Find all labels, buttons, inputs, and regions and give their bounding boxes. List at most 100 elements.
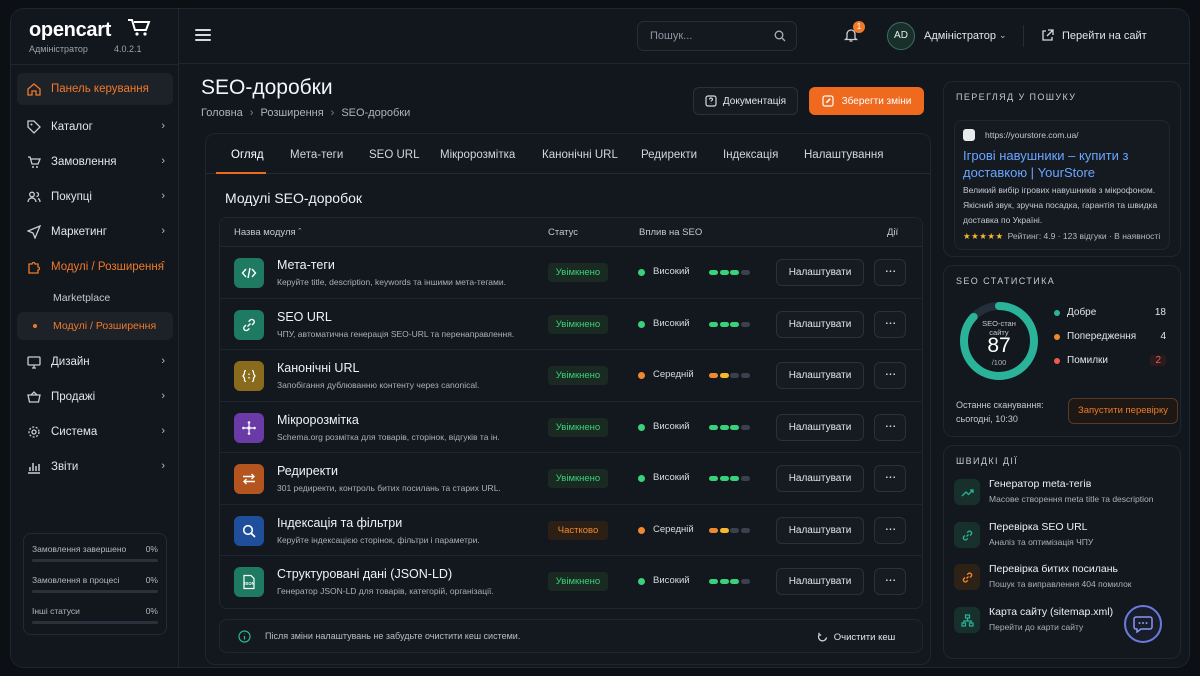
sidebar-subitem-label: Модулі / Розширення [53,320,157,332]
sidebar-item-design[interactable]: Дизайн › [17,344,173,379]
tab-overview[interactable]: Огляд [231,149,264,161]
more-actions-icon[interactable]: ··· [874,310,906,338]
configure-button[interactable]: Налаштувати [776,516,864,544]
sidebar-item-orders[interactable]: Замовлення › [17,144,173,179]
logo[interactable]: opencart [29,19,151,42]
impact-label: Високий [653,266,690,277]
cart-logo-icon [128,19,151,36]
more-actions-icon[interactable]: ··· [874,516,906,544]
chevron-down-icon[interactable]: ⌄ [999,30,1007,41]
breadcrumb-item[interactable]: Розширення [260,107,323,119]
legend-dot [1054,310,1060,316]
quick-action-broken-links[interactable]: Перевірка битих посилань Пошук та виправ… [954,562,1174,602]
table-row: Канонічні URL Запобігання дублюванню кон… [220,350,922,402]
tab-settings[interactable]: Налаштування [804,149,883,161]
clear-cache-button[interactable]: Очистити кеш [808,625,904,649]
info-icon [238,630,251,643]
impact-segment [730,424,739,430]
configure-button[interactable]: Налаштувати [776,413,864,441]
impact-segment [740,270,750,275]
braces-icon [234,361,264,391]
run-check-button[interactable]: Запустити перевірку [1068,398,1178,424]
user-name[interactable]: Адміністратор [924,30,996,42]
configure-button[interactable]: Налаштувати [776,259,864,286]
status-badge: Увімкнено [548,366,608,385]
impact-segment [719,321,729,327]
more-actions-icon[interactable]: ··· [874,465,906,492]
panel-title: SEO СТАТИСТИКА [956,276,1056,286]
sidebar-item-reports[interactable]: Звіти › [17,449,173,484]
configure-button[interactable]: Налаштувати [776,465,864,492]
sidebar-item-marketing[interactable]: Маркетинг › [17,214,173,249]
configure-button[interactable]: Налаштувати [776,362,864,389]
sidebar-subitem-extensions[interactable]: Модулі / Розширення [17,312,173,340]
serp-title[interactable]: Ігрові навушники – купити з доставкою | … [963,147,1163,181]
impact-label: Високий [653,317,690,329]
active-tab-indicator [216,172,266,174]
quick-action-meta-generator[interactable]: Генератор meta-тегів Масове створення me… [954,477,1174,517]
documentation-button[interactable]: Документація [693,87,798,115]
quick-action-title: Карта сайту (sitemap.xml) [989,606,1114,618]
breadcrumb-item: SEO-доробки [341,107,411,119]
trend-icon [954,479,980,505]
avatar[interactable]: AD [887,22,915,50]
impact-dot [638,578,645,585]
status-badge: Увімкнено [548,572,608,591]
impact-dot [638,423,645,431]
link-icon [954,522,980,548]
column-header-name[interactable]: Назва модуля ˆ [234,227,301,238]
module-name: SEO URL [277,309,332,324]
sidebar-item-label: Модулі / Розширення [51,260,164,273]
refresh-icon [817,632,827,641]
legend-value: 2 [1150,355,1166,366]
status-badge: Увімкнено [548,263,608,282]
sidebar-item-sales[interactable]: Продажі › [17,379,173,414]
breadcrumb-item[interactable]: Головна [201,107,243,119]
sidebar-item-extensions[interactable]: Модулі / Розширення ˆ [17,249,173,284]
code-icon [234,258,264,288]
sidebar-item-dashboard[interactable]: Панель керування [17,73,173,105]
sidebar-item-system[interactable]: Система › [17,414,173,449]
more-actions-icon[interactable]: ··· [874,259,906,286]
tab-canonical[interactable]: Канонічні URL [542,149,618,161]
chevron-right-icon: › [161,390,165,402]
panel-title: ПЕРЕГЛЯД У ПОШУКУ [956,92,1077,102]
sidebar-item-catalog[interactable]: Каталог › [17,109,173,144]
more-actions-icon[interactable]: ··· [874,568,906,595]
save-button[interactable]: Зберегти зміни [809,87,924,115]
link-icon [234,309,264,340]
tab-redirects[interactable]: Редиректи [641,149,697,161]
configure-button[interactable]: Налаштувати [776,568,864,595]
legend-dot [1054,358,1060,364]
sidebar-item-customers[interactable]: Покупці › [17,179,173,214]
chevron-right-icon: › [161,425,165,437]
tab-bar: Огляд Мета-теги SEO URL Мікророзмітка Ка… [206,134,930,174]
sidebar-subitem-marketplace[interactable]: Marketplace [17,284,173,312]
impact-dot [638,475,645,482]
impact-meter [709,527,750,533]
modules-card: Огляд Мета-теги SEO URL Мікророзмітка Ка… [205,133,931,665]
configure-button[interactable]: Налаштувати [776,310,864,338]
search-icon[interactable] [774,30,786,42]
tab-seo-url[interactable]: SEO URL [369,149,420,161]
section-title: Модулі SEO-доробок [225,190,363,206]
tab-microdata[interactable]: Мікророзмітка [440,149,515,161]
sidebar-item-label: Маркетинг [51,225,107,238]
impact-segment [719,373,729,378]
quick-action-seo-url-check[interactable]: Перевірка SEO URL Аналіз та оптимізація … [954,520,1174,560]
impact-meter [709,373,750,378]
stat-label: Замовлення в процесі [32,575,120,585]
tab-meta-tags[interactable]: Мета-теги [290,149,343,161]
more-actions-icon[interactable]: ··· [874,362,906,389]
impact-segment [709,373,718,378]
chat-support-icon[interactable] [1124,605,1162,643]
menu-toggle-icon[interactable] [195,29,211,41]
search-input[interactable] [638,22,768,50]
module-name: Канонічні URL [277,361,360,375]
more-actions-icon[interactable]: ··· [874,413,906,441]
breadcrumb-separator: › [249,107,254,119]
tab-indexing[interactable]: Індексація [723,149,778,161]
impact-dot [638,269,645,276]
last-scan: Останнє сканування: сьогодні, 10:30 [956,398,1044,426]
goto-site-link[interactable]: Перейти на сайт [1041,29,1147,42]
